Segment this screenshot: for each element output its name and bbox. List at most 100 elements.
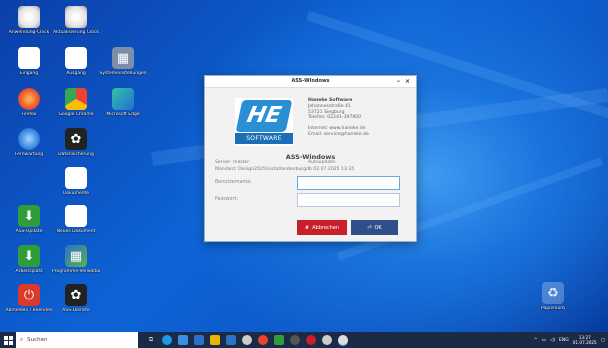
search-placeholder: Suchen [27, 337, 48, 343]
language-indicator[interactable]: ENG [559, 338, 569, 343]
mandant-info: Mandant: Design2025\Installandenburgdb 0… [215, 167, 355, 172]
recycle-bin-icon: ♻ [542, 282, 564, 304]
cancel-button[interactable]: ✘ Abbrechen [297, 220, 347, 235]
chrome-icon [65, 88, 87, 110]
desktop-icon-label: Neues Dokument [56, 229, 96, 234]
desktop-icon-programme[interactable]: ▦ Programme-Verwaltung [52, 245, 100, 274]
download-icon: ⬇ [18, 245, 40, 267]
edge-icon [112, 88, 134, 110]
speaker-icon[interactable]: ◁) [550, 338, 555, 343]
system-tray: ^ ▭ ◁) ENG 13:27 01.07.2025 ▢ [534, 332, 608, 348]
power-icon: ⏻ [18, 284, 40, 306]
edge-taskbar-icon[interactable] [162, 335, 172, 345]
services-icon: ✿ [65, 284, 87, 306]
username-input[interactable] [297, 176, 400, 190]
password-label: Passwort: [215, 197, 238, 202]
desktop-icon-label: ASS-Update [15, 229, 43, 234]
taskbar-pinned-apps: ⧉ [146, 332, 348, 348]
taskbar-clock[interactable]: 13:27 01.07.2025 [573, 335, 597, 345]
folder-icon[interactable] [210, 335, 220, 345]
clock-date: 01.07.2025 [572, 340, 597, 345]
enter-icon: ⏎ [367, 224, 372, 231]
desktop-icon-ausgang[interactable]: ⚑ Ausgang [52, 47, 100, 76]
clock-icon: ⊙ [18, 6, 40, 28]
cancel-icon: ✘ [304, 224, 310, 231]
ass-windows-taskbar-icon[interactable] [338, 335, 348, 345]
power-taskbar-icon[interactable] [306, 335, 316, 345]
desktop-icon-papierkorb[interactable]: ♻ Papierkorb [529, 282, 577, 311]
ok-button[interactable]: ⏎ OK [351, 220, 398, 235]
logo-software: SOFTWARE [235, 133, 293, 144]
desktop-icon-label: Dokumente [62, 191, 90, 196]
desktop-icon-clock-app[interactable]: ⊙ Anwendung-Clock [5, 6, 53, 35]
windows-start-button[interactable] [0, 332, 16, 348]
download-icon: ⬇ [18, 205, 40, 227]
desktop-icon-label: Fernwartung [14, 152, 44, 157]
services-taskbar-icon[interactable] [290, 335, 300, 345]
task-view-icon[interactable]: ⧉ [146, 335, 156, 345]
desktop-icon-label: Ausgang [66, 71, 86, 76]
taskbar: ⌕ Suchen ⧉ ^ ▭ ◁) ENG 13:27 01.07.2025 ▢ [0, 332, 608, 348]
taskbar-search-box[interactable]: ⌕ Suchen [16, 332, 138, 348]
desktop-icon-edge[interactable]: Microsoft Edge [99, 88, 147, 117]
desktop-icon-eingang[interactable]: ⚑ Eingang [5, 47, 53, 76]
clock-app-icon[interactable] [242, 335, 252, 345]
desktop-icon-datensicherung[interactable]: ✿ Datensicherung [52, 128, 100, 157]
username-label: Benutzername: [215, 180, 252, 185]
chevron-up-icon[interactable]: ^ [534, 338, 538, 343]
document-icon: ▤ [65, 205, 87, 227]
company-info: Haneke Software Johannesstraße 41 53721 … [308, 98, 369, 138]
ok-label: OK [374, 224, 382, 231]
notifications-icon[interactable]: ▢ [601, 338, 605, 343]
document-icon: ▤ [65, 167, 87, 189]
network-icon[interactable]: ▭ [542, 338, 546, 343]
autoupdate-info: Autoupdate: [308, 160, 337, 165]
desktop-icon-arbeitsplatz[interactable]: ⬇ Arbeitsplatz [5, 245, 53, 274]
desktop-icon-abmelden[interactable]: ⏻ Abmelden / Beenden [5, 284, 53, 313]
desktop-icon-fernwartung[interactable]: Fernwartung [5, 128, 53, 157]
password-input[interactable] [297, 193, 400, 207]
backup-icon: ✿ [65, 128, 87, 150]
desktop-icon-ass-update[interactable]: ⬇ ASS-Update [5, 205, 53, 234]
desktop: ⊙ Anwendung-Clock ⊙ Aktualisierung Clock… [0, 0, 608, 332]
desktop-icon-label: Firefox [21, 112, 37, 117]
desktop-icon-label: Microsoft Edge [106, 112, 140, 117]
store-icon[interactable] [178, 335, 188, 345]
desktop-icon-neues-dokument[interactable]: ▤ Neues Dokument [52, 205, 100, 234]
firefox-icon [18, 88, 40, 110]
desktop-icon-label: Abmelden / Beenden [5, 308, 53, 313]
desktop-icon-settings[interactable]: ▦ Systemeinstellungen [99, 47, 147, 76]
flag-icon: ⚑ [65, 47, 87, 69]
desktop-icon-ass-dienste[interactable]: ✿ ASS-Dienste [52, 284, 100, 313]
close-button[interactable]: × [405, 76, 410, 87]
dialog-titlebar: ASS-Windows – × [205, 76, 416, 88]
desktop-icon-label: ASS-Dienste [62, 308, 90, 313]
login-dialog: ASS-Windows – × HE SOFTWARE Haneke Softw… [204, 75, 417, 242]
desktop-icon-dokumente[interactable]: ▤ Dokumente [52, 167, 100, 196]
clock-taskbar-icon[interactable] [322, 335, 332, 345]
company-phone: Telefon: 02241-397800 [308, 115, 362, 121]
desktop-icon-label: Arbeitsplatz [15, 269, 43, 274]
desktop-icon-firefox[interactable]: Firefox [5, 88, 53, 117]
server-info: Server: master [215, 160, 250, 165]
desktop-icon-label: Systemeinstellungen [99, 71, 147, 76]
logo-letters: HE [235, 100, 293, 132]
settings-icon: ▦ [112, 47, 134, 69]
dialog-title: ASS-Windows [291, 78, 330, 84]
desktop-icon-label: Eingang [19, 71, 39, 76]
desktop-icon-clock-update[interactable]: ⊙ Aktualisierung Clock [52, 6, 100, 35]
search-icon: ⌕ [20, 336, 24, 343]
desktop-icon-label: Aktualisierung Clock [53, 30, 99, 35]
flag-icon: ⚑ [18, 47, 40, 69]
programs-icon: ▦ [65, 245, 87, 267]
update-taskbar-icon[interactable] [274, 335, 284, 345]
desktop-icon-label: Programme-Verwaltung [52, 269, 100, 274]
desktop-icon-chrome[interactable]: Google Chrome [52, 88, 100, 117]
mail-icon[interactable] [194, 335, 204, 345]
firefox-taskbar-icon[interactable] [258, 335, 268, 345]
windows-logo-icon [3, 335, 13, 345]
minimize-button[interactable]: – [397, 76, 400, 87]
desktop-icon-label: Anwendung-Clock [8, 30, 50, 35]
remote-icon [18, 128, 40, 150]
app-icon[interactable] [226, 335, 236, 345]
